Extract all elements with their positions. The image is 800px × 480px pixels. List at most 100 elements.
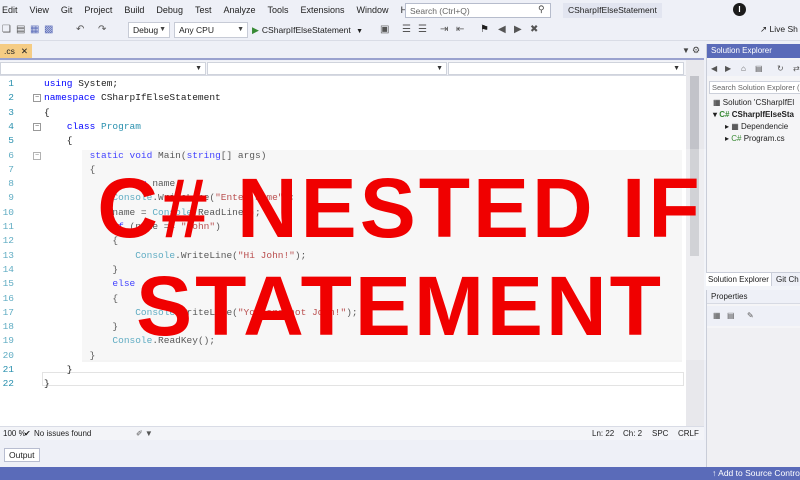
tree-solution[interactable]: ▦ Solution 'CSharpIfEl: [713, 97, 794, 109]
tab-output[interactable]: Output: [4, 448, 40, 462]
source-control-label: Add to Source Control: [718, 468, 800, 478]
categorized-icon[interactable]: ▦: [713, 311, 721, 320]
chevron-down-icon[interactable]: ▼: [682, 46, 690, 55]
home-icon[interactable]: ⌂: [741, 64, 746, 73]
solution-explorer-tabs: Solution Explorer Git Ch: [706, 272, 800, 286]
menu-tools[interactable]: Tools: [262, 0, 295, 20]
solution-explorer-toolbar: ◀ ▶ ⌂ ▤ ↻ ⇄: [707, 60, 800, 76]
menu-project[interactable]: Project: [78, 0, 118, 20]
properties-grid: [707, 328, 800, 467]
indent-icon[interactable]: ⇥: [440, 24, 448, 36]
comment-icon[interactable]: ☰: [402, 24, 411, 36]
open-folder-icon[interactable]: ▤: [16, 24, 25, 36]
document-tab-strip: .cs ✕ ▼ ⚙: [0, 44, 704, 60]
undo-icon[interactable]: ↶: [76, 24, 84, 36]
menu-git[interactable]: Git: [55, 0, 79, 20]
bookmark-icon[interactable]: ⚑: [480, 24, 489, 36]
alphabetical-icon[interactable]: ▤: [727, 311, 735, 320]
csharp-project-icon: C#: [719, 110, 730, 119]
code-line: }: [44, 378, 50, 390]
line-number-1: 1: [8, 78, 14, 89]
menu-test[interactable]: Test: [189, 0, 218, 20]
property-pages-icon[interactable]: ✎: [747, 311, 754, 320]
menu-analyze[interactable]: Analyze: [217, 0, 261, 20]
zoom-level[interactable]: 100 %: [3, 427, 26, 440]
menu-bar: Edit View Git Project Build Debug Test A…: [0, 0, 800, 20]
menu-debug[interactable]: Debug: [150, 0, 189, 20]
tab-solution-explorer[interactable]: Solution Explorer: [706, 273, 772, 286]
gear-icon[interactable]: ⚙: [692, 45, 700, 56]
tree-project[interactable]: ▾ C# CSharpIfElseSta: [713, 109, 794, 121]
tree-program-cs[interactable]: ▸ C# Program.cs: [725, 133, 785, 145]
uncomment-icon[interactable]: ☰: [418, 24, 427, 36]
line-number-5: 5: [8, 135, 14, 147]
tab-program-cs[interactable]: .cs ✕: [0, 44, 32, 58]
new-project-icon[interactable]: ❏: [2, 24, 11, 36]
brush-icon[interactable]: ✐ ▼: [136, 427, 153, 440]
back-icon[interactable]: ◀: [711, 64, 717, 73]
prev-bookmark-icon[interactable]: ◀: [498, 24, 506, 36]
switch-views-icon[interactable]: ▤: [755, 64, 763, 73]
config-dropdown[interactable]: Debug ▼: [128, 22, 170, 38]
type-nav-dropdown[interactable]: ▼: [207, 62, 447, 75]
camera-icon[interactable]: ▣: [380, 24, 389, 36]
overlay-title-line-1: C# NESTED IF: [97, 161, 703, 255]
profile-icon[interactable]: I: [733, 3, 746, 16]
live-share-button[interactable]: ↗ Live Sh: [760, 24, 798, 35]
member-nav-dropdown[interactable]: ▼: [448, 62, 684, 75]
properties-panel: Properties ▦ ▤ ✎: [706, 290, 800, 467]
menu-build[interactable]: Build: [118, 0, 150, 20]
redo-icon[interactable]: ↷: [98, 24, 106, 36]
close-icon[interactable]: ✕: [21, 46, 28, 56]
current-line-highlight: [42, 372, 684, 386]
toolbar: ❏ ▤ ▦ ▩ ↶ ↷ Debug ▼ Any CPU ▼ ▶ CSharpIfE…: [0, 20, 800, 41]
outdent-icon[interactable]: ⇤: [456, 24, 464, 36]
history-icon[interactable]: ↻: [777, 64, 784, 73]
menu-edit[interactable]: Edit: [0, 0, 24, 20]
status-bar: ↑ Add to Source Control: [0, 467, 800, 480]
menu-view[interactable]: View: [24, 0, 55, 20]
menu-window[interactable]: Window: [351, 0, 395, 20]
line-number-4: 4: [8, 120, 14, 132]
start-button[interactable]: ▶ CSharpIfElseStatement ▼: [252, 23, 363, 39]
solution-label: Solution 'CSharpIfEl: [722, 98, 795, 107]
code-line: {: [44, 106, 50, 118]
editor-status-bar: 100 % ✔ No issues found ✐ ▼ Ln: 22 Ch: 2…: [0, 426, 704, 440]
code-line: }: [44, 364, 73, 375]
line-number: Ln: 22: [592, 429, 615, 438]
collapse-icon[interactable]: −: [33, 94, 41, 103]
save-icon[interactable]: ▦: [30, 24, 39, 36]
project-nav-dropdown[interactable]: ▼: [0, 62, 206, 75]
whitespace-mode[interactable]: SPC: [652, 427, 668, 440]
code-line: namespace CSharpIfElseStatement: [44, 92, 221, 104]
issues-status[interactable]: No issues found: [34, 427, 91, 440]
chevron-down-icon: ▼: [356, 28, 364, 35]
clear-bookmarks-icon[interactable]: ✖: [530, 24, 538, 36]
collapse-icon[interactable]: −: [33, 122, 41, 131]
add-to-source-control-button[interactable]: ↑ Add to Source Control: [712, 467, 800, 480]
search-icon[interactable]: ⚲: [538, 4, 545, 15]
column-number: Ch: 2: [623, 429, 643, 438]
chevron-down-icon: ▼: [195, 65, 202, 72]
bottom-panel-tabs: [0, 440, 800, 467]
code-line: class Program: [66, 120, 141, 132]
overlay-title-line-2: STATEMENT: [136, 259, 664, 353]
solution-explorer-panel: Solution Explorer ◀ ▶ ⌂ ▤ ↻ ⇄ Search Sol…: [706, 44, 800, 276]
start-label: CSharpIfElseStatement: [261, 25, 351, 35]
sync-icon[interactable]: ⇄: [793, 64, 800, 73]
forward-icon[interactable]: ▶: [725, 64, 731, 73]
next-bookmark-icon[interactable]: ▶: [514, 24, 522, 36]
line-ending[interactable]: CRLF: [678, 427, 699, 440]
menu-extensions[interactable]: Extensions: [295, 0, 351, 20]
tree-dependencies[interactable]: ▸ ▦ Dependencie: [725, 121, 788, 133]
save-all-icon[interactable]: ▩: [44, 24, 53, 36]
properties-title: Properties: [707, 290, 800, 304]
tab-git-changes[interactable]: Git Ch: [774, 273, 800, 286]
solution-search-input[interactable]: Search Solution Explorer (: [709, 81, 800, 94]
platform-value: Any CPU: [179, 25, 214, 35]
search-input[interactable]: Search (Ctrl+Q): [405, 3, 551, 18]
line-number-21: 21: [2, 364, 14, 375]
platform-dropdown[interactable]: Any CPU ▼: [174, 22, 248, 38]
chevron-down-icon: ▼: [159, 26, 166, 33]
chevron-down-icon: ▼: [673, 65, 680, 72]
